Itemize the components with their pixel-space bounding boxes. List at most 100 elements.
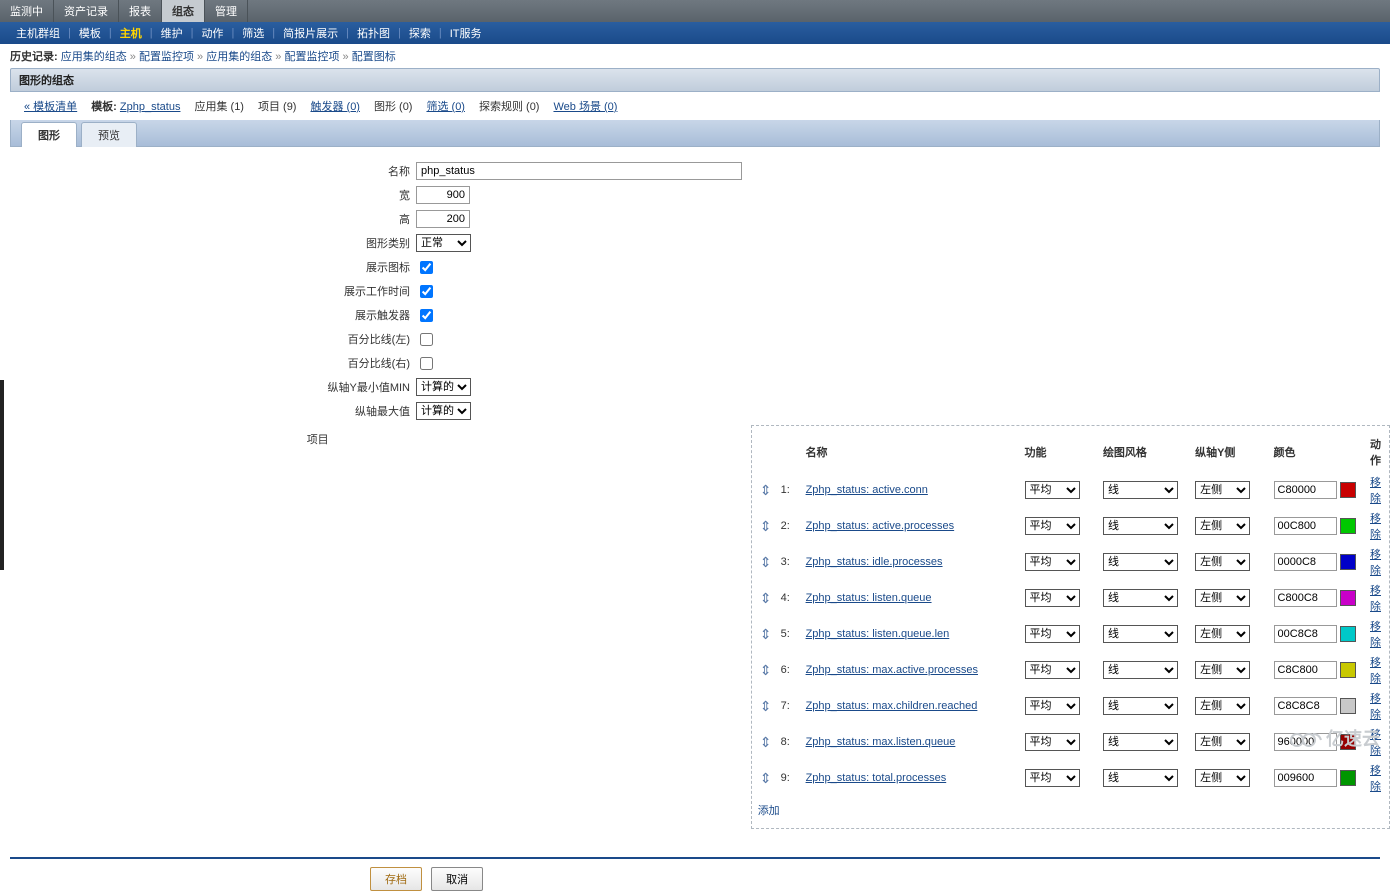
back-to-templates[interactable]: « 模板清单 [24,98,77,114]
drag-handle-icon[interactable]: ⇕ [760,590,772,606]
crumb-items[interactable]: 项目 (9) [258,98,297,114]
color-swatch[interactable] [1340,698,1356,714]
worktime-checkbox[interactable] [420,285,433,298]
style-select[interactable]: 线 [1103,697,1178,715]
crumb-trigger[interactable]: 触发器 (0) [310,98,360,114]
topnav-item[interactable]: 资产记录 [54,0,119,22]
subnav-item[interactable]: 动作 [193,25,231,41]
drag-handle-icon[interactable]: ⇕ [760,698,772,714]
template-link[interactable]: Zphp_status [120,101,181,113]
graphtype-select[interactable]: 正常 [416,234,471,252]
item-link[interactable]: Zphp_status: listen.queue.len [806,628,950,640]
side-select[interactable]: 左侧 [1195,553,1250,571]
topnav-item-active[interactable]: 组态 [162,0,205,22]
remove-link[interactable]: 移除 [1370,513,1381,541]
func-select[interactable]: 平均 [1025,733,1080,751]
item-link[interactable]: Zphp_status: max.active.processes [806,664,978,676]
side-select[interactable]: 左侧 [1195,733,1250,751]
side-select[interactable]: 左侧 [1195,661,1250,679]
color-swatch[interactable] [1340,770,1356,786]
color-input[interactable] [1274,553,1337,571]
drag-handle-icon[interactable]: ⇕ [760,626,772,642]
subnav-item[interactable]: 筛选 [234,25,272,41]
history-link[interactable]: 应用集的组态 [206,51,272,63]
history-link[interactable]: 配置监控项 [284,51,339,63]
color-swatch[interactable] [1340,554,1356,570]
pctleft-checkbox[interactable] [420,333,433,346]
side-select[interactable]: 左侧 [1195,625,1250,643]
subnav-item[interactable]: 探索 [401,25,439,41]
color-input[interactable] [1274,589,1337,607]
style-select[interactable]: 线 [1103,553,1178,571]
func-select[interactable]: 平均 [1025,625,1080,643]
drag-handle-icon[interactable]: ⇕ [760,482,772,498]
func-select[interactable]: 平均 [1025,481,1080,499]
style-select[interactable]: 线 [1103,733,1178,751]
crumb-appset[interactable]: 应用集 (1) [194,98,244,114]
color-input[interactable] [1274,769,1337,787]
remove-link[interactable]: 移除 [1370,585,1381,613]
func-select[interactable]: 平均 [1025,661,1080,679]
color-swatch[interactable] [1340,590,1356,606]
width-input[interactable] [416,186,470,204]
color-input[interactable] [1274,517,1337,535]
subnav-item[interactable]: IT服务 [442,25,490,41]
remove-link[interactable]: 移除 [1370,765,1381,793]
item-link[interactable]: Zphp_status: active.conn [806,484,928,496]
style-select[interactable]: 线 [1103,589,1178,607]
color-swatch[interactable] [1340,662,1356,678]
func-select[interactable]: 平均 [1025,697,1080,715]
item-link[interactable]: Zphp_status: max.children.reached [806,700,978,712]
crumb-web[interactable]: Web 场景 (0) [553,98,617,114]
func-select[interactable]: 平均 [1025,517,1080,535]
tab-preview[interactable]: 预览 [81,122,137,147]
item-link[interactable]: Zphp_status: listen.queue [806,592,932,604]
style-select[interactable]: 线 [1103,517,1178,535]
history-link[interactable]: 配置图标 [352,51,396,63]
cancel-button[interactable]: 取消 [431,867,483,891]
side-select[interactable]: 左侧 [1195,769,1250,787]
subnav-item-active[interactable]: 主机 [112,25,150,41]
drag-handle-icon[interactable]: ⇕ [760,518,772,534]
subnav-item[interactable]: 拓扑图 [349,25,398,41]
remove-link[interactable]: 移除 [1370,477,1381,505]
history-link[interactable]: 配置监控项 [139,51,194,63]
trigger-checkbox[interactable] [420,309,433,322]
drag-handle-icon[interactable]: ⇕ [760,770,772,786]
ymax-select[interactable]: 计算的 [416,402,471,420]
tab-graph[interactable]: 图形 [21,122,77,147]
style-select[interactable]: 线 [1103,661,1178,679]
pctright-checkbox[interactable] [420,357,433,370]
remove-link[interactable]: 移除 [1370,549,1381,577]
height-input[interactable] [416,210,470,228]
history-link[interactable]: 应用集的组态 [61,51,127,63]
name-input[interactable] [416,162,742,180]
drag-handle-icon[interactable]: ⇕ [760,554,772,570]
color-input[interactable] [1274,697,1337,715]
side-select[interactable]: 左侧 [1195,481,1250,499]
crumb-filter[interactable]: 筛选 (0) [426,98,465,114]
item-link[interactable]: Zphp_status: total.processes [806,772,947,784]
remove-link[interactable]: 移除 [1370,657,1381,685]
subnav-item[interactable]: 简报片展示 [275,25,346,41]
remove-link[interactable]: 移除 [1370,693,1381,721]
item-link[interactable]: Zphp_status: max.listen.queue [806,736,956,748]
color-swatch[interactable] [1340,482,1356,498]
subnav-item[interactable]: 模板 [71,25,109,41]
item-link[interactable]: Zphp_status: active.processes [806,520,955,532]
func-select[interactable]: 平均 [1025,769,1080,787]
color-input[interactable] [1274,625,1337,643]
topnav-item[interactable]: 监测中 [0,0,54,22]
topnav-item[interactable]: 管理 [205,0,248,22]
color-input[interactable] [1274,661,1337,679]
remove-link[interactable]: 移除 [1370,621,1381,649]
side-select[interactable]: 左侧 [1195,517,1250,535]
style-select[interactable]: 线 [1103,481,1178,499]
color-swatch[interactable] [1340,626,1356,642]
func-select[interactable]: 平均 [1025,553,1080,571]
legend-checkbox[interactable] [420,261,433,274]
style-select[interactable]: 线 [1103,625,1178,643]
side-select[interactable]: 左侧 [1195,589,1250,607]
color-input[interactable] [1274,481,1337,499]
add-item-link[interactable]: 添加 [758,802,780,818]
